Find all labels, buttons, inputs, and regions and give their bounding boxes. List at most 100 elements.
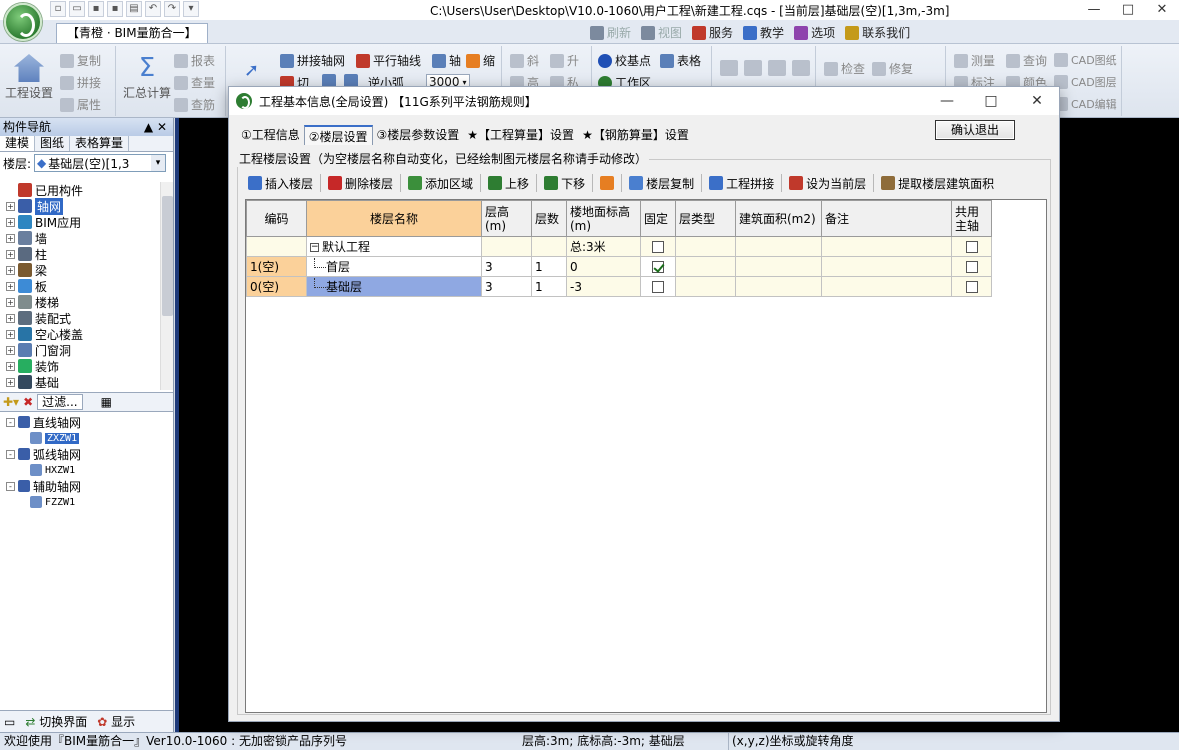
share-axis-checkbox[interactable] — [965, 281, 978, 293]
print-icon[interactable]: ▤ — [126, 1, 142, 17]
ribbon-right-item[interactable]: 服务 — [692, 24, 733, 41]
view-tool-3-icon[interactable] — [768, 60, 786, 76]
col-share-axis[interactable]: 共用主轴 — [951, 200, 992, 237]
ribbon-right-item[interactable]: 刷新 — [590, 24, 631, 41]
parallel-axis-button[interactable]: 平行轴线 — [356, 52, 421, 69]
navigator-tab[interactable]: 建模 — [0, 136, 36, 151]
undo-icon[interactable]: ↶ — [145, 1, 161, 17]
view-tool-1-icon[interactable] — [720, 60, 738, 76]
collapse-icon[interactable]: - — [6, 417, 15, 427]
new-file-icon[interactable]: ▫ — [50, 1, 66, 17]
floor-toolbar-button[interactable]: 插入楼层 — [243, 172, 318, 194]
query-button[interactable]: 查询 — [1006, 52, 1047, 69]
new-component-icon[interactable]: ✚▾ — [3, 395, 19, 409]
tree-item[interactable]: + BIM应用 — [0, 214, 160, 230]
cell-code[interactable]: 0(空) — [246, 276, 307, 297]
component-list-item[interactable]: FZZW1 — [0, 494, 173, 510]
dialog-maximize-button[interactable]: □ — [969, 90, 1013, 112]
pin-icon[interactable]: ▲ — [144, 120, 153, 134]
ribbon-right-item[interactable]: 联系我们 — [845, 24, 910, 41]
component-tree-scrollbar[interactable] — [160, 182, 173, 390]
app-logo-icon[interactable] — [4, 3, 42, 41]
cell-floor-name[interactable]: 基础层 — [306, 276, 482, 297]
check-rebar-button[interactable]: 查筋 — [174, 96, 215, 113]
cell-height[interactable]: 3 — [481, 256, 532, 277]
dialog-close-button[interactable]: ✕ — [1015, 90, 1059, 112]
tree-item[interactable]: + 空心楼盖 — [0, 326, 160, 342]
switch-interface-button[interactable]: ⇄ 切换界面 — [25, 713, 87, 730]
summary-calc-button[interactable]: Σ 汇总计算 — [120, 50, 174, 101]
check-quantity-button[interactable]: 查量 — [174, 74, 215, 91]
floor-toolbar-button[interactable]: 上移 — [483, 172, 534, 194]
expand-icon[interactable]: + — [6, 201, 15, 211]
save-as-icon[interactable]: ▪ — [107, 1, 123, 17]
cell-share-axis[interactable] — [951, 276, 992, 297]
component-list-group[interactable]: - 弧线轴网 — [0, 446, 173, 462]
close-icon[interactable]: ✕ — [157, 120, 167, 134]
canvas-splitter[interactable] — [175, 118, 179, 732]
expand-icon[interactable]: + — [6, 297, 15, 307]
navigator-pin-close[interactable]: ▲ ✕ — [144, 118, 167, 136]
cell-area[interactable] — [735, 276, 822, 297]
save-icon[interactable]: ▪ — [88, 1, 104, 17]
filter-input[interactable]: 过滤... — [37, 394, 83, 410]
expand-icon[interactable]: + — [6, 345, 15, 355]
cell-fixed[interactable] — [640, 236, 676, 257]
cell-floor-type[interactable] — [675, 276, 736, 297]
dialog-tab[interactable]: ②楼层设置 — [303, 125, 373, 145]
coordinate-input[interactable]: (x,y,z)坐标或旋转角度 — [728, 733, 854, 750]
expand-icon[interactable]: + — [6, 329, 15, 339]
component-list-group[interactable]: - 直线轴网 — [0, 414, 173, 430]
minimize-button[interactable]: — — [1077, 0, 1111, 20]
cell-fixed[interactable] — [640, 276, 676, 297]
confirm-exit-button[interactable]: 确认退出 — [935, 120, 1015, 140]
fixed-checkbox[interactable] — [652, 241, 664, 253]
cell-fixed[interactable] — [640, 256, 676, 277]
cell-height[interactable] — [481, 236, 532, 257]
col-floor-name[interactable]: 楼层名称 — [306, 200, 482, 237]
tree-item[interactable]: + 墙 — [0, 230, 160, 246]
cell-floor-type[interactable] — [675, 236, 736, 257]
collapse-icon[interactable]: - — [6, 449, 15, 459]
cell-area[interactable] — [735, 256, 822, 277]
splice-button[interactable]: 拼接 — [60, 74, 101, 91]
cell-code[interactable] — [246, 236, 307, 257]
floor-toolbar-button[interactable]: 提取楼层建筑面积 — [876, 172, 999, 194]
measure-button[interactable]: 测量 — [954, 52, 995, 69]
close-button[interactable]: ✕ — [1145, 0, 1179, 20]
ribbon-right-item[interactable]: 视图 — [641, 24, 682, 41]
cell-elevation[interactable]: 总:3米 — [566, 236, 641, 257]
slope-button[interactable]: 斜 — [510, 52, 539, 69]
shrink-button[interactable]: 缩 — [466, 52, 495, 69]
tree-item[interactable]: + 门窗洞 — [0, 342, 160, 358]
col-area[interactable]: 建筑面积(m2) — [735, 200, 822, 237]
scrollbar-thumb[interactable] — [162, 196, 173, 316]
dialog-tab[interactable]: ①工程信息 — [237, 125, 304, 145]
ribbon-right-item[interactable]: 教学 — [743, 24, 784, 41]
ribbon-right-item[interactable]: 选项 — [794, 24, 835, 41]
raise-button[interactable]: 升 — [550, 52, 579, 69]
component-list-group[interactable]: - 辅助轴网 — [0, 478, 173, 494]
cell-share-axis[interactable] — [951, 236, 992, 257]
expand-icon[interactable]: + — [6, 233, 15, 243]
collapse-icon[interactable]: − — [310, 243, 319, 252]
floor-toolbar-button[interactable]: 删除楼层 — [323, 172, 398, 194]
ribbon-tab-main[interactable]: 【青橙 · BIM量筋合一】 — [56, 23, 208, 43]
col-floor-type[interactable]: 层类型 — [675, 200, 736, 237]
share-axis-checkbox[interactable] — [965, 241, 978, 253]
redo-icon[interactable]: ↷ — [164, 1, 180, 17]
cell-floor-name[interactable]: − 默认工程 — [306, 236, 482, 257]
col-count[interactable]: 层数 — [531, 200, 567, 237]
axis-button[interactable]: 轴 — [432, 52, 461, 69]
table-row[interactable]: 0(空) 基础层 3 1 -3 — [246, 276, 992, 297]
tree-item[interactable]: + 装饰 — [0, 358, 160, 374]
floor-toolbar-button[interactable]: 设为当前层 — [784, 172, 871, 194]
inspect-button[interactable]: 检查 — [824, 60, 865, 77]
view-tool-4-icon[interactable] — [792, 60, 810, 76]
component-list-item[interactable]: ZXZW1 — [0, 430, 173, 446]
cell-note[interactable] — [821, 276, 952, 297]
cell-share-axis[interactable] — [951, 256, 992, 277]
fixed-checkbox[interactable] — [652, 261, 664, 273]
cell-count[interactable]: 1 — [531, 256, 567, 277]
cell-area[interactable] — [735, 236, 822, 257]
